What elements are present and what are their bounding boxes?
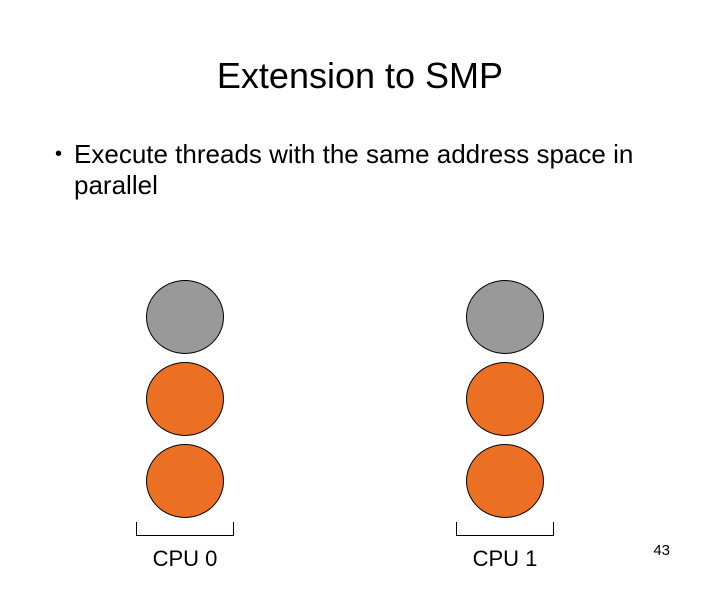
bullet-marker: •	[55, 143, 62, 166]
slide-title: Extension to SMP	[0, 55, 720, 97]
thread-ball-orange	[146, 362, 224, 436]
diagram: CPU 0 CPU 1	[0, 280, 720, 540]
thread-ball-gray	[146, 280, 224, 354]
thread-ball-orange	[466, 444, 544, 518]
cpu-label-1: CPU 1	[473, 546, 538, 572]
queue-bracket	[136, 522, 234, 540]
bullet-text: Execute threads with the same address sp…	[74, 139, 634, 201]
cpu-column-1: CPU 1	[440, 280, 570, 572]
cpu-label-0: CPU 0	[153, 546, 218, 572]
queue-bracket	[456, 522, 554, 540]
cpu-column-0: CPU 0	[120, 280, 250, 572]
bullet-item: • Execute threads with the same address …	[55, 139, 720, 201]
thread-ball-gray	[466, 280, 544, 354]
page-number: 43	[653, 542, 670, 559]
thread-ball-orange	[466, 362, 544, 436]
thread-ball-orange	[146, 444, 224, 518]
